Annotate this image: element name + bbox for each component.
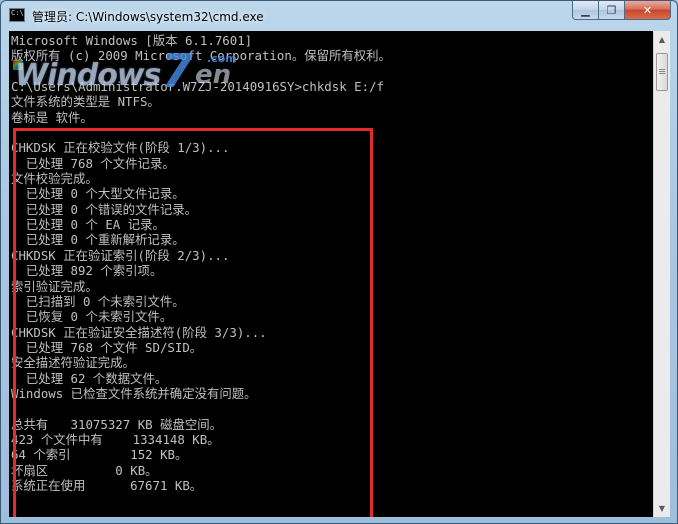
- vertical-scrollbar[interactable]: ▲ ▼: [653, 31, 670, 517]
- console-line: 卷标是 软件。: [11, 109, 93, 125]
- console-line: 系统正在使用 67671 KB。: [11, 477, 203, 493]
- console-line: 文件校验完成。: [11, 171, 98, 187]
- console-line: CHKDSK 正在验证安全描述符(阶段 3/3)...: [11, 324, 267, 340]
- console-line: 坏扇区 0 KB。: [11, 462, 158, 478]
- console-text: Microsoft Windows [版本 6.1.7601] 版权所有 (c) …: [11, 33, 391, 493]
- console-line: 版权所有 (c) 2009 Microsoft Corporation。保留所有…: [11, 48, 391, 64]
- scroll-up-arrow-icon[interactable]: ▲: [654, 31, 670, 48]
- console-line: C:\Users\Administrator.W7ZJ-20140916SY>c…: [11, 79, 384, 95]
- caption-buttons: ▁ ❐ ✕: [572, 1, 671, 21]
- console-line: CHKDSK 正在验证索引(阶段 2/3)...: [11, 247, 230, 263]
- cmd-window: 管理员: C:\Windows\system32\cmd.exe ▁ ❐ ✕ M…: [0, 0, 678, 524]
- console-line: Windows 已检查文件系统并确定没有问题。: [11, 385, 257, 401]
- maximize-button[interactable]: ❐: [599, 1, 625, 20]
- window-title: 管理员: C:\Windows\system32\cmd.exe: [32, 10, 264, 24]
- maximize-icon: ❐: [606, 3, 617, 17]
- console-line: 已处理 892 个索引项。: [11, 263, 163, 279]
- title-bar[interactable]: 管理员: C:\Windows\system32\cmd.exe ▁ ❐ ✕: [1, 1, 677, 31]
- scroll-thumb[interactable]: [656, 53, 668, 91]
- console-line: 64 个索引 152 KB。: [11, 447, 188, 463]
- console-line: 已处理 768 个文件记录。: [11, 155, 175, 171]
- console-line: 已处理 768 个文件 SD/SID。: [11, 339, 203, 355]
- console-line: 已处理 0 个错误的文件记录。: [11, 201, 197, 217]
- minimize-icon: ▁: [581, 3, 590, 17]
- console-line: 总共有 31075327 KB 磁盘空间。: [11, 416, 223, 432]
- console-line: CHKDSK 正在校验文件(阶段 1/3)...: [11, 140, 230, 156]
- console-line: 已处理 62 个数据文件。: [11, 370, 168, 386]
- cmd-icon[interactable]: [9, 8, 25, 22]
- close-icon: ✕: [642, 3, 653, 17]
- console-line: 已处理 0 个重新解析记录。: [11, 232, 185, 248]
- console-line: 已处理 0 个大型文件记录。: [11, 186, 185, 202]
- close-button[interactable]: ✕: [625, 1, 671, 20]
- console-line: 已扫描到 0 个未索引文件。: [11, 293, 185, 309]
- console-line: 安全描述符验证完成。: [11, 355, 135, 371]
- console-line: 文件系统的类型是 NTFS。: [11, 94, 160, 110]
- minimize-button[interactable]: ▁: [572, 1, 599, 20]
- console-line: Microsoft Windows [版本 6.1.7601]: [11, 33, 253, 48]
- console-line: 已恢复 0 个未索引文件。: [11, 309, 173, 325]
- console-line: 已处理 0 个 EA 记录。: [11, 217, 165, 233]
- console-line: 423 个文件中有 1334148 KB。: [11, 431, 220, 447]
- scroll-down-arrow-icon[interactable]: ▼: [654, 500, 670, 517]
- console-output[interactable]: Microsoft Windows [版本 6.1.7601] 版权所有 (c) …: [9, 31, 653, 517]
- console-line: 索引验证完成。: [11, 278, 98, 294]
